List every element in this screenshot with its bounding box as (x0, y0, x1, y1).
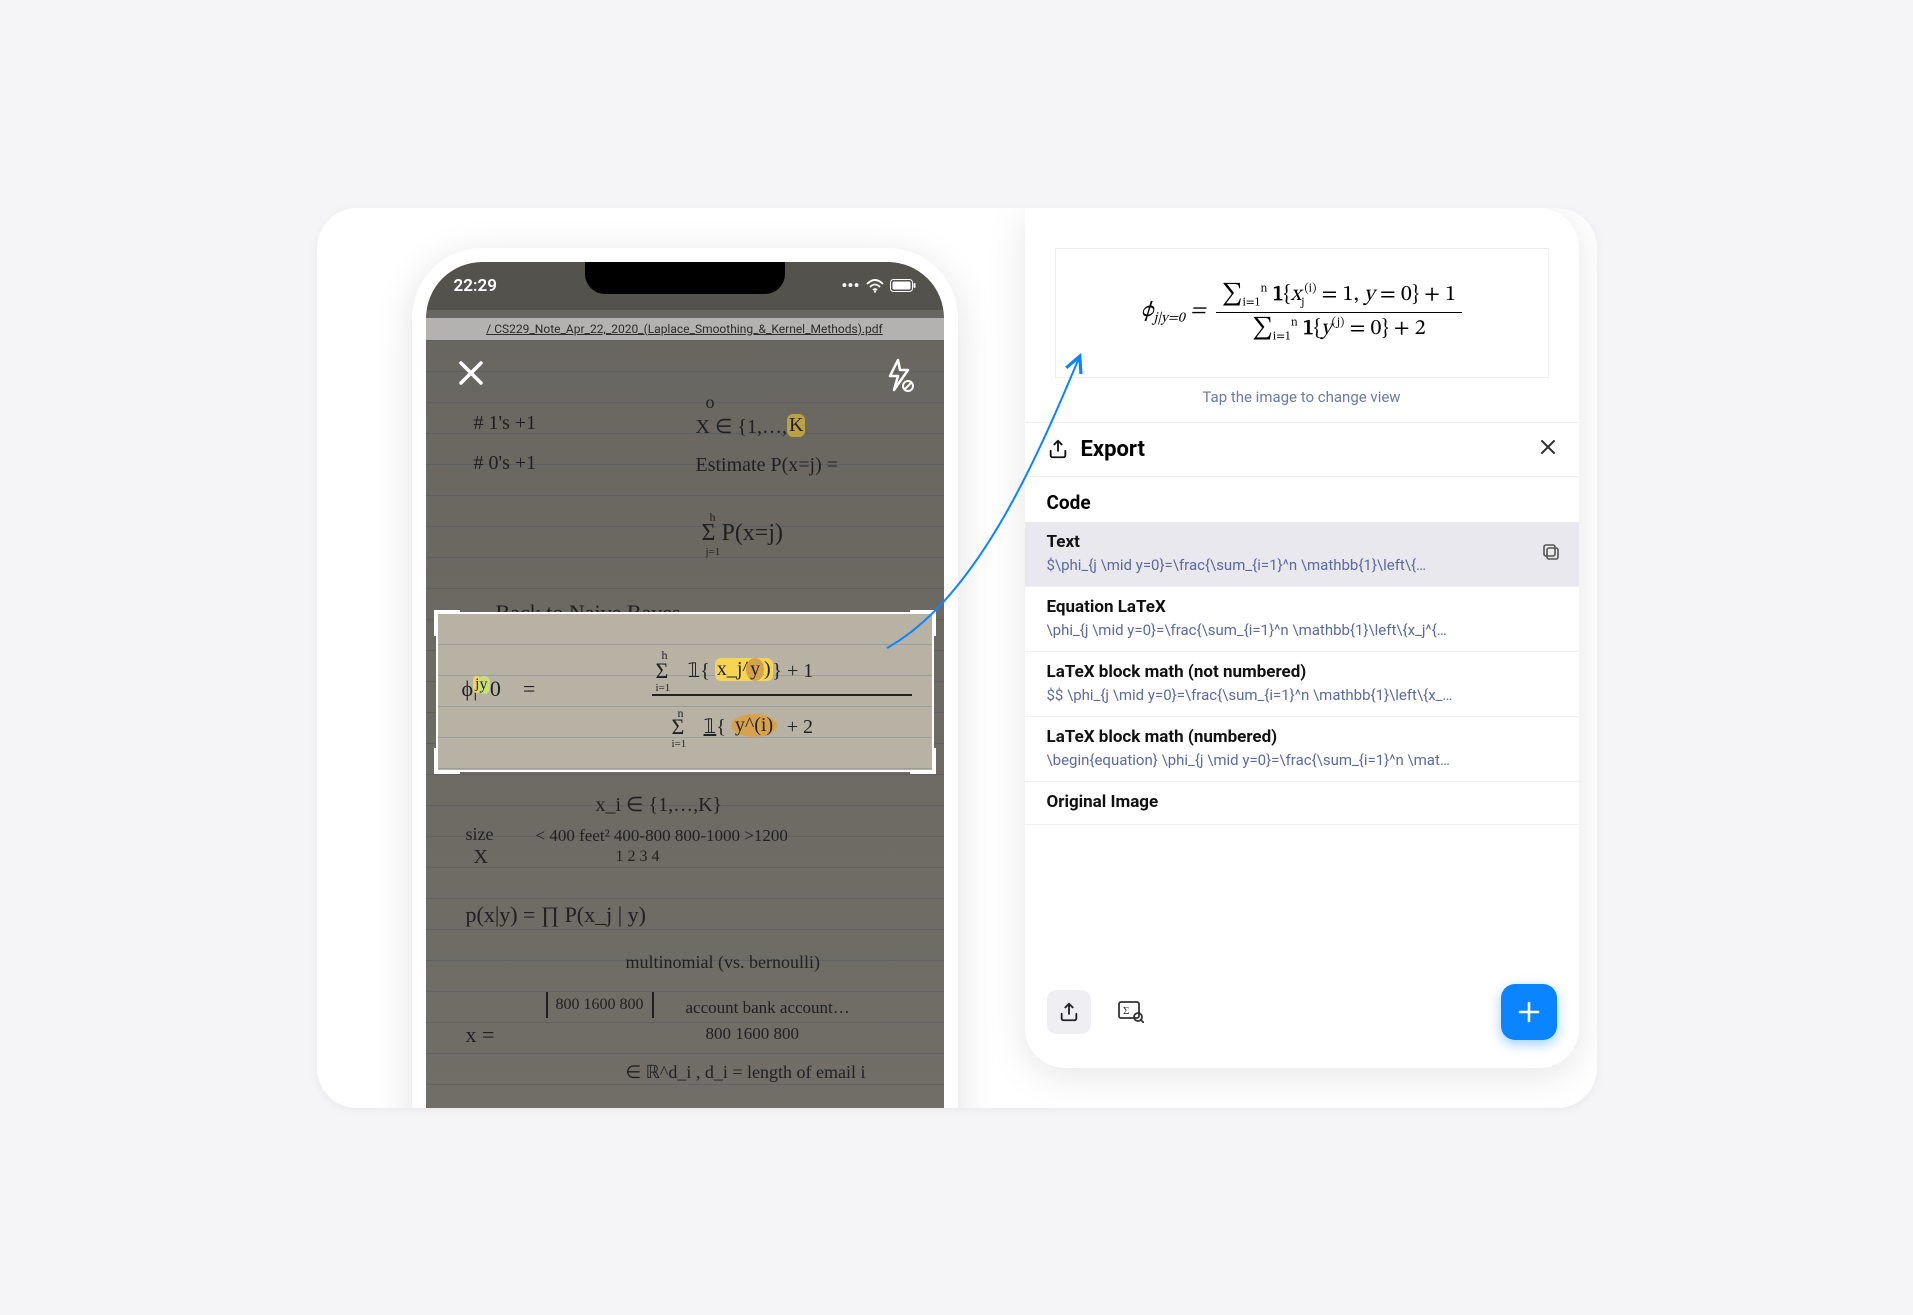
svg-text:Σ: Σ (1123, 1005, 1129, 1017)
export-item-2[interactable]: LaTeX block math (not numbered) $$ \phi_{… (1025, 652, 1579, 717)
rendered-equation-preview[interactable]: ϕj|y=0 = ∑i=1n 1{xj(i) = 1, y = 0} + 1 ∑… (1055, 248, 1549, 378)
export-item-code: \begin{equation} \phi_{j \mid y=0}=\frac… (1047, 751, 1507, 769)
share-button[interactable] (1047, 990, 1091, 1034)
dots-icon: ••• (841, 276, 859, 296)
status-time: 22:29 (454, 276, 497, 296)
add-button[interactable] (1501, 984, 1557, 1040)
export-item-1[interactable]: Equation LaTeX \phi_{j \mid y=0}=\frac{\s… (1025, 587, 1579, 652)
crop-handle-tr[interactable] (910, 610, 936, 636)
export-item-code: $\phi_{j \mid y=0}=\frac{\sum_{i=1}^n \m… (1047, 556, 1507, 574)
crop-handle-br[interactable] (910, 748, 936, 774)
export-item-4[interactable]: Original Image (1025, 782, 1579, 825)
camera-screen: 22:29 ••• / CS229_Note_Apr_22,_2020_(Lap… (426, 262, 944, 1108)
wifi-icon (866, 279, 884, 293)
export-item-label: Original Image (1047, 792, 1557, 812)
bottom-toolbar: Σ (1025, 968, 1579, 1068)
export-title: Export (1081, 437, 1145, 462)
close-export-icon[interactable] (1539, 438, 1557, 460)
close-icon[interactable] (456, 358, 486, 396)
export-panel: ϕj|y=0 = ∑i=1n 1{xj(i) = 1, y = 0} + 1 ∑… (1025, 208, 1579, 1068)
crop-handle-tl[interactable] (434, 610, 460, 636)
export-section-code: Code (1025, 477, 1579, 522)
export-item-label: Text (1047, 532, 1557, 552)
battery-icon (890, 279, 916, 292)
export-item-label: Equation LaTeX (1047, 597, 1557, 617)
export-header: Export (1025, 422, 1579, 477)
flash-off-icon[interactable] (884, 358, 914, 396)
preview-hint: Tap the image to change view (1025, 388, 1579, 406)
export-item-3[interactable]: LaTeX block math (numbered) \begin{equati… (1025, 717, 1579, 782)
phone-frame-left: 22:29 ••• / CS229_Note_Apr_22,_2020_(Lap… (412, 248, 958, 1108)
copy-icon[interactable] (1541, 542, 1561, 566)
export-item-code: \phi_{j \mid y=0}=\frac{\sum_{i=1}^n \ma… (1047, 621, 1507, 639)
status-right: ••• (841, 276, 915, 296)
crop-handle-bl[interactable] (434, 748, 460, 774)
crop-content: ϕj|y=0 = h Σ i=1 𝟙{ x_j^(i) =1, y=0 } + … (438, 614, 932, 770)
export-item-label: LaTeX block math (numbered) (1047, 727, 1557, 747)
export-item-code: $$ \phi_{j \mid y=0}=\frac{\sum_{i=1}^n … (1047, 686, 1507, 704)
equation-search-button[interactable]: Σ (1109, 990, 1153, 1034)
app-canvas: 22:29 ••• / CS229_Note_Apr_22,_2020_(Lap… (317, 208, 1597, 1108)
export-item-label: LaTeX block math (not numbered) (1047, 662, 1557, 682)
export-item-0[interactable]: Text $\phi_{j \mid y=0}=\frac{\sum_{i=1}^… (1025, 522, 1579, 587)
phone-notch (585, 262, 785, 294)
export-icon (1047, 438, 1069, 460)
crop-selection[interactable]: ϕj|y=0 = h Σ i=1 𝟙{ x_j^(i) =1, y=0 } + … (436, 612, 934, 772)
